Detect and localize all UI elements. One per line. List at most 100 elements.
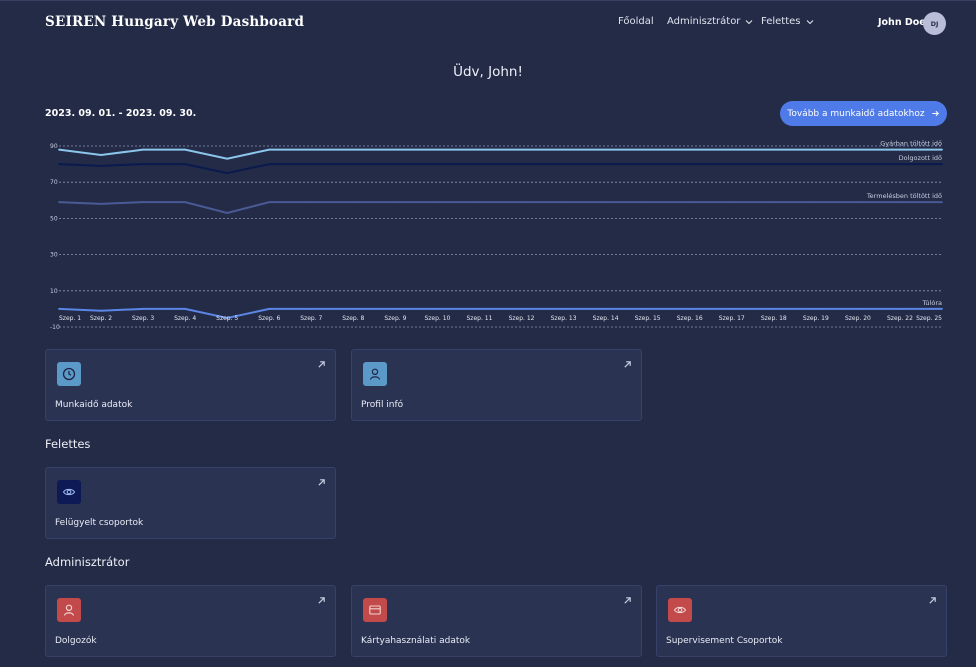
section-title-admin: Adminisztrátor	[45, 555, 130, 569]
data-point	[268, 148, 271, 151]
worktime-line-chart: 90 70 50 30 10 -10 Gyárban töltött idő Dolgozot…	[50, 139, 943, 331]
data-point	[646, 201, 649, 204]
chevron-down-icon	[806, 19, 813, 24]
data-point	[184, 201, 187, 204]
card-supervised-groups[interactable]: Felügyelt csoportok	[45, 467, 336, 539]
data-point	[142, 201, 144, 204]
worktime-data-button[interactable]: Tovább a munkaidő adatokhoz	[780, 101, 947, 126]
data-point	[604, 148, 607, 151]
eye-icon	[673, 606, 687, 614]
welcome-heading: Üdv, John!	[453, 64, 523, 80]
arrow-up-right-icon	[318, 597, 325, 604]
data-point	[772, 201, 775, 204]
data-point	[268, 308, 271, 310]
button-label: Tovább a munkaidő adatokhoz	[787, 108, 925, 119]
arrow-up-right-icon	[624, 361, 631, 368]
card-profile-info[interactable]: Profil infó	[351, 349, 642, 421]
eye-icon	[62, 488, 76, 496]
card-label: Supervisement Csoportok	[666, 636, 783, 646]
x-tick-label: Szep. 1	[59, 315, 81, 322]
x-tick-label: Szep. 7	[300, 315, 322, 322]
data-point	[772, 308, 775, 310]
data-point	[941, 148, 943, 151]
data-point	[394, 308, 397, 310]
x-tick-label: Szep. 3	[132, 315, 154, 322]
data-point	[604, 201, 607, 204]
data-point	[226, 212, 229, 214]
top-navbar: SEIREN Hungary Web Dashboard Főoldal Adm…	[0, 0, 976, 44]
data-point	[310, 163, 313, 165]
data-point	[478, 148, 481, 151]
data-point	[226, 157, 229, 160]
data-point	[58, 163, 60, 165]
data-point	[688, 163, 691, 165]
data-point	[941, 308, 943, 310]
y-tick-label: 70	[50, 179, 58, 186]
card-label: Munkaidő adatok	[55, 400, 133, 410]
data-point	[58, 201, 60, 204]
eye-icon-badge	[57, 480, 81, 504]
data-point	[562, 201, 565, 204]
x-tick-label: Szep. 22	[887, 315, 913, 322]
card-employees[interactable]: Dolgozók	[45, 585, 336, 657]
data-point	[562, 148, 565, 151]
y-tick-label: -10	[50, 324, 60, 331]
data-point	[772, 163, 775, 165]
data-point	[730, 163, 733, 165]
data-point	[142, 163, 144, 165]
data-point	[730, 201, 733, 204]
data-point	[730, 148, 733, 151]
card-card-usage-data[interactable]: Kártyahasználati adatok	[351, 585, 642, 657]
card-label: Felügyelt csoportok	[55, 518, 144, 528]
x-tick-label: Szep. 8	[342, 315, 364, 322]
arrow-up-right-icon	[929, 597, 936, 604]
avatar[interactable]: DJ	[923, 12, 946, 35]
data-point	[352, 201, 355, 204]
data-point	[604, 163, 607, 165]
nav-item-supervisor[interactable]: Felettes	[761, 16, 815, 27]
user-icon-badge	[57, 598, 81, 622]
series-label: Termelésben töltött idő	[866, 191, 942, 200]
x-tick-label: Szep. 6	[258, 315, 280, 322]
data-point	[520, 163, 523, 165]
card-supervisement-groups[interactable]: Supervisement Csoportok	[656, 585, 947, 657]
data-point	[100, 165, 102, 167]
chevron-down-icon	[746, 19, 753, 24]
data-point	[646, 148, 649, 151]
nav-item-label: Felettes	[761, 16, 801, 27]
data-point	[394, 201, 397, 204]
data-point	[352, 308, 355, 310]
data-point	[184, 308, 187, 310]
data-point	[352, 163, 355, 165]
data-point	[772, 148, 775, 151]
data-point	[436, 163, 439, 165]
card-label: Kártyahasználati adatok	[361, 636, 471, 646]
x-tick-label: Szep. 4	[174, 315, 196, 322]
series-label: Túlóra	[921, 299, 942, 307]
data-point	[899, 148, 901, 151]
series-line	[58, 148, 942, 160]
arrow-up-right-icon	[624, 597, 631, 604]
card-worktime-data[interactable]: Munkaidő adatok	[45, 349, 336, 421]
date-range: 2023. 09. 01. - 2023. 09. 30.	[45, 108, 197, 119]
arrow-right-icon	[931, 110, 939, 117]
nav-item-admin[interactable]: Adminisztrátor	[667, 16, 754, 27]
y-tick-label: 50	[50, 215, 58, 222]
user-icon	[63, 604, 75, 616]
user-name[interactable]: John Doe	[878, 17, 926, 28]
data-point	[899, 308, 901, 310]
x-tick-label: Szep. 20	[845, 315, 871, 322]
data-point	[857, 163, 859, 165]
data-point	[899, 163, 901, 165]
card-icon	[369, 605, 381, 615]
brand-title[interactable]: SEIREN Hungary Web Dashboard	[45, 14, 304, 30]
data-point	[520, 148, 523, 151]
x-tick-label: Szep. 5	[216, 315, 238, 322]
data-point	[436, 308, 439, 310]
nav-item-home[interactable]: Főoldal	[618, 16, 654, 27]
series-line	[58, 201, 942, 215]
data-point	[604, 308, 607, 310]
section-title-supervisor: Felettes	[45, 437, 91, 451]
nav-item-label: Adminisztrátor	[667, 16, 741, 27]
x-tick-label: Szep. 16	[677, 315, 703, 322]
